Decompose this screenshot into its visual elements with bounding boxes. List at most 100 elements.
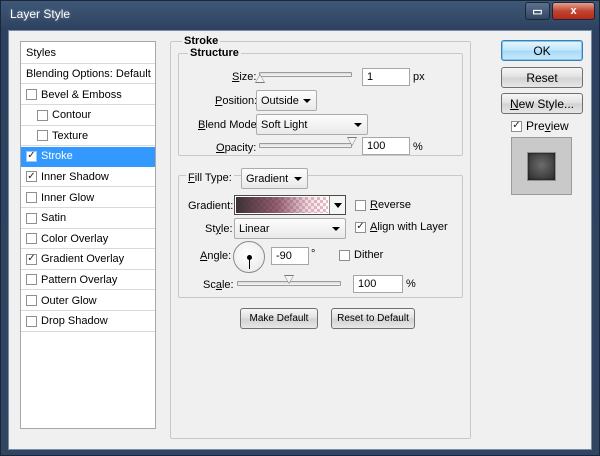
opacity-label: Opacity: — [216, 142, 257, 154]
size-input[interactable]: 1 — [362, 68, 410, 86]
reverse-label: Reverse — [370, 199, 411, 211]
style-item-label: Drop Shadow — [41, 315, 108, 328]
opacity-slider[interactable] — [259, 143, 352, 148]
style-item-checkbox[interactable] — [26, 274, 37, 286]
size-slider[interactable] — [259, 72, 352, 77]
style-item-checkbox[interactable]: ✓ — [26, 253, 37, 265]
style-item-checkbox[interactable] — [26, 212, 37, 224]
window-title: Layer Style — [10, 7, 71, 21]
gradient-dropdown-arrow-icon[interactable] — [329, 196, 345, 214]
size-unit: px — [413, 71, 425, 83]
opacity-slider-thumb[interactable] — [347, 137, 357, 146]
style-item-label: Satin — [41, 212, 67, 225]
title-bar[interactable]: Layer Style ▭ x — [1, 1, 599, 29]
styles-header[interactable]: Styles — [21, 42, 155, 64]
opacity-input[interactable]: 100 — [362, 137, 410, 155]
style-item-label: Texture — [52, 129, 89, 142]
fill-type-dropdown[interactable]: Gradient — [241, 168, 308, 189]
reverse-checkbox[interactable]: Reverse — [355, 199, 411, 211]
position-label: Position: — [215, 95, 258, 107]
reset-button[interactable]: Reset — [501, 67, 583, 88]
gradient-picker[interactable] — [234, 195, 346, 215]
align-with-layer-label: Align with Layer — [370, 221, 448, 233]
new-style-button[interactable]: New Style... — [501, 93, 583, 114]
style-item-stroke[interactable]: ✓ Stroke — [21, 146, 155, 167]
chevron-down-icon — [303, 99, 311, 103]
styles-list: Styles Blending Options: Default Bevel &… — [20, 41, 156, 429]
style-item-checkbox[interactable] — [26, 295, 37, 306]
style-item-label: Outer Glow — [41, 294, 97, 307]
reverse-checkbox-box[interactable] — [355, 199, 366, 211]
style-item-checkbox[interactable] — [26, 89, 37, 100]
style-item-label: Stroke — [41, 150, 73, 163]
close-icon: x — [570, 5, 577, 17]
style-preview-swatch — [511, 137, 572, 195]
reset-to-default-button[interactable]: Reset to Default — [331, 308, 415, 329]
preview-checkbox-box[interactable]: ✓ — [511, 120, 522, 132]
angle-input[interactable]: -90 — [271, 247, 309, 265]
style-item-label: Pattern Overlay — [41, 273, 118, 286]
make-default-button[interactable]: Make Default — [240, 308, 318, 329]
style-item-label: Gradient Overlay — [41, 253, 125, 266]
scale-input[interactable]: 100 — [353, 275, 403, 293]
fill-type-value: Gradient — [246, 173, 289, 185]
styles-header-label: Styles — [26, 46, 56, 59]
align-with-layer-checkbox[interactable]: ✓ Align with Layer — [355, 221, 448, 233]
style-item-inner-shadow[interactable]: ✓ Inner Shadow — [21, 167, 155, 188]
angle-label: Angle: — [200, 250, 232, 262]
stroke-section-title: Stroke — [182, 35, 221, 47]
style-item-checkbox[interactable]: ✓ — [26, 171, 37, 183]
scale-unit: % — [406, 278, 416, 290]
style-item-inner-glow[interactable]: Inner Glow — [21, 188, 155, 208]
style-item-checkbox[interactable] — [26, 192, 37, 203]
style-item-checkbox[interactable] — [26, 233, 37, 245]
angle-dial-needle — [249, 257, 250, 269]
style-preview-thumbnail — [527, 152, 556, 181]
style-item-checkbox[interactable] — [26, 315, 37, 327]
style-item-drop-shadow[interactable]: Drop Shadow — [21, 312, 155, 332]
angle-dial[interactable] — [233, 241, 265, 273]
chevron-down-icon — [332, 227, 340, 231]
gradient-label: Gradient: — [188, 200, 234, 212]
style-item-label: Inner Glow — [41, 191, 95, 204]
style-label: Style: — [205, 223, 233, 235]
structure-title: Structure — [188, 47, 241, 59]
dither-checkbox-box[interactable] — [339, 249, 350, 261]
style-item-checkbox[interactable] — [37, 109, 48, 121]
style-item-pattern-overlay[interactable]: Pattern Overlay — [21, 270, 155, 291]
blend-mode-label: Blend Mode: — [198, 119, 260, 131]
style-item-contour[interactable]: Contour — [21, 106, 155, 126]
blending-options-item[interactable]: Blending Options: Default — [21, 64, 155, 84]
style-item-satin[interactable]: Satin — [21, 209, 155, 229]
style-item-checkbox[interactable]: ✓ — [26, 150, 37, 162]
preview-checkbox[interactable]: ✓ Preview — [511, 119, 569, 133]
style-item-label: Inner Shadow — [41, 170, 109, 183]
dither-label: Dither — [354, 249, 384, 261]
style-item-checkbox[interactable] — [37, 130, 48, 142]
close-window-button[interactable]: x — [552, 2, 595, 20]
style-item-outer-glow[interactable]: Outer Glow — [21, 291, 155, 311]
size-slider-thumb[interactable] — [254, 74, 265, 83]
ok-button[interactable]: OK — [501, 40, 583, 61]
gradient-preview[interactable] — [236, 197, 328, 213]
blend-mode-dropdown[interactable]: Soft Light — [256, 114, 368, 135]
style-item-texture[interactable]: Texture — [21, 126, 155, 147]
dialog-body: Styles Blending Options: Default Bevel &… — [8, 30, 592, 450]
style-item-color-overlay[interactable]: Color Overlay — [21, 229, 155, 250]
opacity-unit: % — [413, 141, 423, 153]
style-item-label: Bevel & Emboss — [41, 88, 122, 101]
style-item-gradient-overlay[interactable]: ✓ Gradient Overlay — [21, 250, 155, 270]
position-value: Outside — [261, 95, 299, 107]
position-dropdown[interactable]: Outside — [256, 90, 317, 111]
restore-window-icon: ▭ — [532, 5, 543, 18]
blend-mode-value: Soft Light — [261, 119, 308, 131]
dither-checkbox[interactable]: Dither — [339, 249, 383, 261]
align-with-layer-checkbox-box[interactable]: ✓ — [355, 221, 366, 233]
fill-type-label: Fill Type: — [186, 172, 234, 184]
style-dropdown[interactable]: Linear — [234, 218, 346, 239]
scale-label: Scale: — [203, 279, 234, 291]
scale-slider-thumb[interactable] — [284, 275, 294, 284]
restore-window-button[interactable]: ▭ — [525, 2, 550, 20]
style-item-bevel-emboss[interactable]: Bevel & Emboss — [21, 85, 155, 105]
blending-options-label: Blending Options: Default — [26, 67, 151, 80]
